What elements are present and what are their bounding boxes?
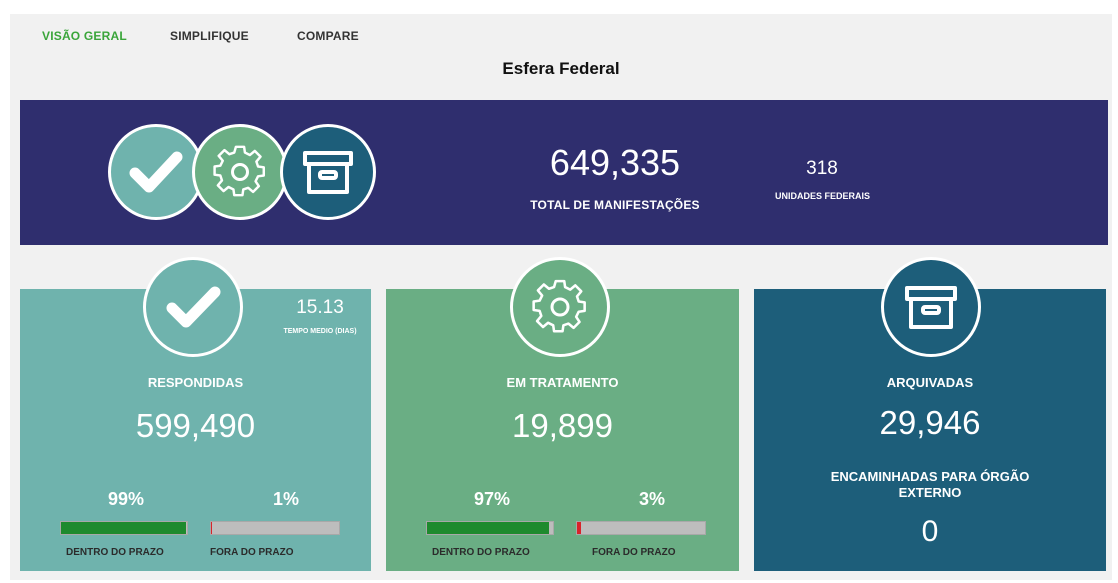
fora-prazo-bar (210, 521, 340, 535)
gear-icon (192, 124, 288, 220)
tab-visao-geral[interactable]: VISÃO GERAL (42, 29, 127, 43)
fora-prazo-percent: 3% (639, 489, 666, 509)
top-nav: VISÃO GERAL SIMPLIFIQUE COMPARE (10, 14, 1112, 56)
fora-prazo-bar-fill (577, 522, 581, 534)
check-icon (108, 124, 204, 220)
dentro-prazo-bar-fill (427, 522, 550, 534)
encaminhadas-value: 0 (921, 515, 939, 548)
dentro-prazo-bar-fill (61, 522, 186, 534)
card-value: 19,899 (512, 407, 613, 444)
card-arquivadas: ARQUIVADAS 29,946 ENCAMINHADAS PARA ÓRGÃ… (754, 257, 1106, 571)
tempo-medio-value: 15.13 (296, 297, 344, 318)
dentro-prazo-label: DENTRO DO PRAZO (66, 547, 164, 558)
fora-prazo-label: FORA DO PRAZO (210, 547, 294, 558)
unidades-federais-value: 318 (806, 158, 838, 179)
dashboard-frame: VISÃO GERAL SIMPLIFIQUE COMPARE Esfera F… (10, 14, 1112, 580)
dentro-prazo-bar (60, 521, 188, 535)
tab-simplifique[interactable]: SIMPLIFIQUE (170, 29, 249, 43)
card-value: 599,490 (135, 407, 256, 444)
dentro-prazo-percent: 99% (108, 489, 145, 509)
gear-icon (510, 257, 610, 357)
fora-prazo-bar-fill (211, 522, 213, 534)
dentro-prazo-bar (426, 521, 554, 535)
fora-prazo-percent: 1% (273, 489, 300, 509)
fora-prazo-label: FORA DO PRAZO (592, 547, 676, 558)
page-title: Esfera Federal (502, 59, 620, 78)
card-title: RESPONDIDAS (147, 375, 244, 390)
total-manifestacoes-label: TOTAL DE MANIFESTAÇÕES (530, 198, 700, 212)
dentro-prazo-percent: 97% (474, 489, 511, 509)
encaminhadas-label: ENCAMINHADAS PARA ÓRGÃO EXTERNO (830, 469, 1030, 500)
total-manifestacoes-value: 649,335 (549, 142, 681, 183)
archive-box-icon (881, 257, 981, 357)
card-value: 29,946 (879, 404, 981, 441)
summary-banner: 649,335 TOTAL DE MANIFESTAÇÕES 318 UNIDA… (20, 100, 1108, 245)
tempo-medio-label: TEMPO MEDIO (DIAS) (283, 328, 357, 335)
card-title: ARQUIVADAS (886, 375, 974, 390)
card-title: EM TRATAMENTO (506, 375, 619, 390)
card-em-tratamento: EM TRATAMENTO 19,899 97% 3% DENTRO DO PR… (386, 257, 739, 571)
archive-box-icon (280, 124, 376, 220)
unidades-federais-label: UNIDADES FEDERAIS (774, 191, 870, 201)
dentro-prazo-label: DENTRO DO PRAZO (432, 547, 530, 558)
fora-prazo-bar (576, 521, 706, 535)
card-respondidas: 15.13 TEMPO MEDIO (DIAS) RESPONDIDAS 599… (20, 257, 371, 571)
tab-compare[interactable]: COMPARE (297, 29, 359, 43)
check-icon (143, 257, 243, 357)
